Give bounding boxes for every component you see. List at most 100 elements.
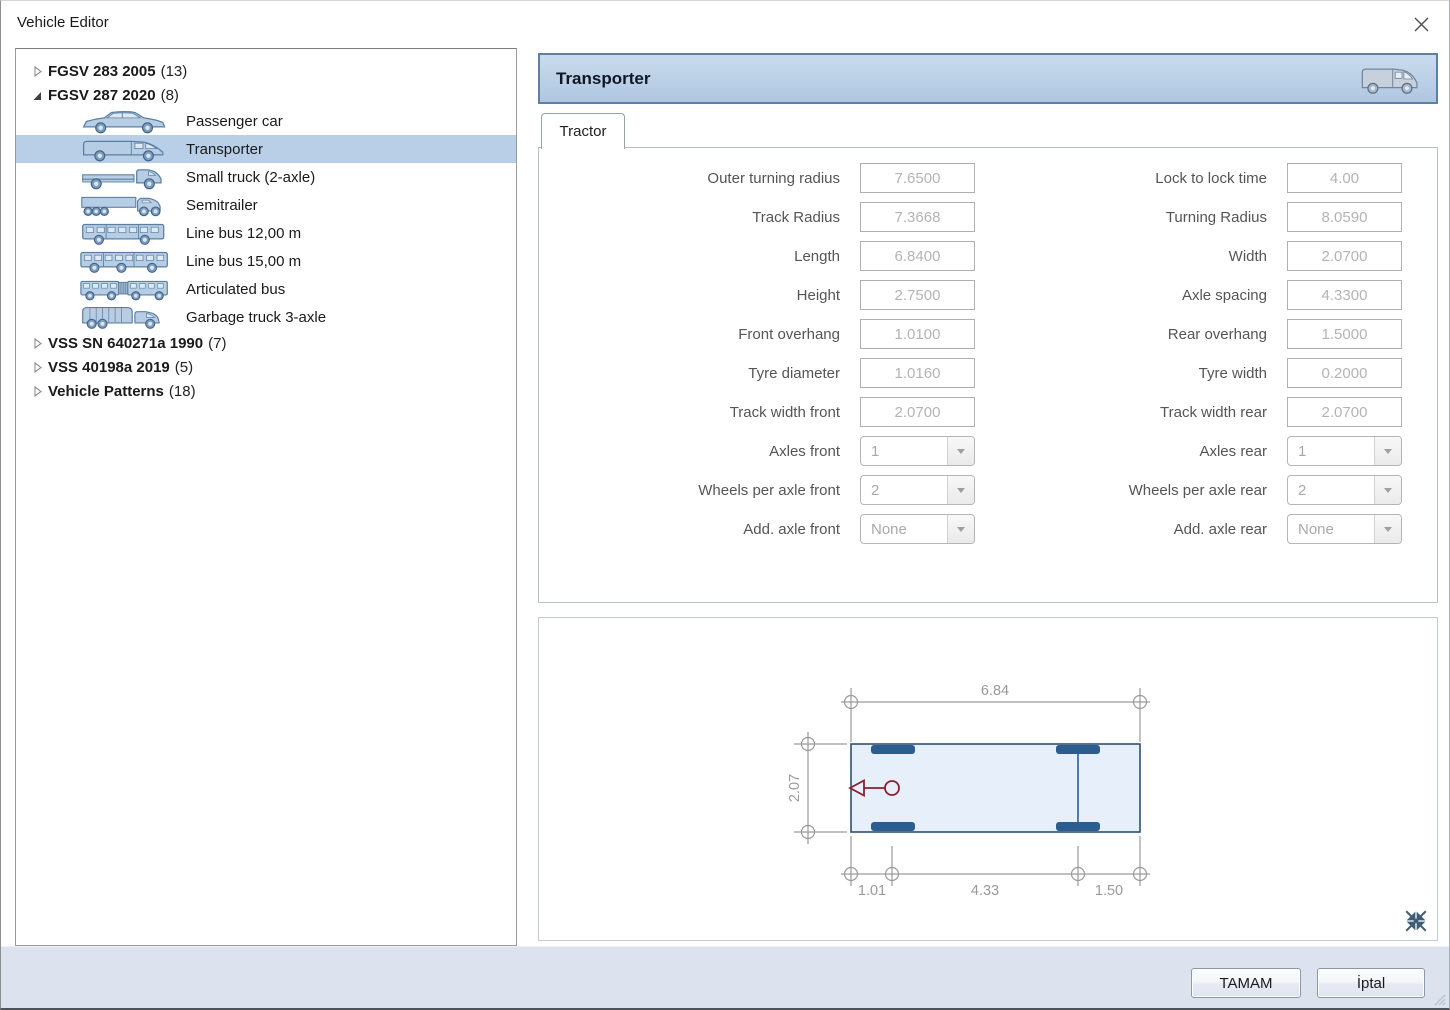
tree-item-vss-sn-640271a-1990[interactable]: VSS SN 640271a 1990(7) — [16, 331, 516, 355]
transporter-header-icon — [1358, 61, 1420, 97]
front-overhang-label: Front overhang — [539, 326, 840, 343]
tree-item-fgsv-287-2020[interactable]: FGSV 287 2020(8) — [16, 83, 516, 107]
tree-item-small-truck-2-axle[interactable]: Small truck (2-axle) — [16, 163, 516, 191]
form-row-track-width-rear: Track width rear — [966, 397, 1416, 427]
form-row-rear-overhang: Rear overhang — [966, 319, 1416, 349]
tree-item-label: Line bus 12,00 m — [186, 225, 301, 242]
axle-spacing-field[interactable] — [1287, 280, 1402, 310]
track-width-front-field[interactable] — [860, 397, 975, 427]
axles-rear-label: Axles rear — [966, 443, 1267, 460]
form-row-track-radius: Track Radius — [539, 202, 989, 232]
add-axle-rear-label: Add. axle rear — [966, 521, 1267, 538]
chevron-collapsed-icon[interactable] — [32, 65, 45, 78]
wheels-per-axle-front-select[interactable]: 2 — [860, 475, 975, 505]
tyre-diameter-field[interactable] — [860, 358, 975, 388]
track-radius-field[interactable] — [860, 202, 975, 232]
garbage-truck-icon — [80, 304, 172, 331]
add-axle-rear-select[interactable]: None — [1287, 514, 1402, 544]
form-row-width: Width — [966, 241, 1416, 271]
cancel-button[interactable]: İptal — [1317, 968, 1425, 998]
chevron-down-icon[interactable] — [1374, 515, 1401, 543]
resize-grip[interactable] — [1430, 990, 1446, 1006]
tab-tractor[interactable]: Tractor — [541, 113, 625, 149]
width-label: Width — [966, 248, 1267, 265]
tree-item-garbage-truck-3-axle[interactable]: Garbage truck 3-axle — [16, 303, 516, 331]
tree-item-label: VSS 40198a 2019 — [48, 359, 170, 376]
height-field[interactable] — [860, 280, 975, 310]
outer-turning-radius-field[interactable] — [860, 163, 975, 193]
form-row-axles-front: Axles front 1 — [539, 436, 989, 466]
tyre-width-field[interactable] — [1287, 358, 1402, 388]
form-row-axles-rear: Axles rear 1 — [966, 436, 1416, 466]
form-row-add-axle-front: Add. axle frontNone — [539, 514, 989, 544]
axle-spacing-dim-label: 4.33 — [971, 883, 999, 899]
form-row-add-axle-rear: Add. axle rear None — [966, 514, 1416, 544]
form-row-tyre-width: Tyre width — [966, 358, 1416, 388]
tree-item-label: Semitrailer — [186, 197, 258, 214]
chevron-collapsed-icon[interactable] — [32, 361, 45, 374]
length-field[interactable] — [860, 241, 975, 271]
height-label: Height — [539, 287, 840, 304]
tree-item-fgsv-283-2005[interactable]: FGSV 283 2005(13) — [16, 59, 516, 83]
tree-item-semitrailer[interactable]: Semitrailer — [16, 191, 516, 219]
chevron-down-icon[interactable] — [1374, 476, 1401, 504]
width-field[interactable] — [1287, 241, 1402, 271]
track-width-rear-field[interactable] — [1287, 397, 1402, 427]
collapse-view-icon[interactable] — [1403, 908, 1429, 934]
vehicle-body — [851, 744, 1140, 832]
vehicle-type-title: Transporter — [556, 69, 650, 89]
tree-item-articulated-bus[interactable]: Articulated bus — [16, 275, 516, 303]
ok-button[interactable]: TAMAM — [1191, 968, 1301, 998]
length-dim-label: 6.84 — [981, 683, 1009, 699]
wheels-per-axle-front-value: 2 — [861, 482, 947, 499]
vehicle-tree: FGSV 283 2005(13)FGSV 287 2020(8) Passeng… — [15, 48, 517, 946]
add-axle-front-select[interactable]: None — [860, 514, 975, 544]
chevron-down-icon[interactable] — [1374, 437, 1401, 465]
rear-overhang-field[interactable] — [1287, 319, 1402, 349]
wheels-per-axle-rear-value: 2 — [1288, 482, 1374, 499]
drawing-panel: 6.842.071.014.331.50 — [538, 617, 1438, 941]
wheels-per-axle-rear-select[interactable]: 2 — [1287, 475, 1402, 505]
dialog-title: Vehicle Editor — [17, 14, 109, 31]
tree-item-label: Passenger car — [186, 113, 283, 130]
chevron-collapsed-icon[interactable] — [32, 337, 45, 350]
track-width-front-label: Track width front — [539, 404, 840, 421]
rear-overhang-dim-label: 1.50 — [1095, 883, 1123, 899]
form-row-wheels-per-axle-rear: Wheels per axle rear2 — [966, 475, 1416, 505]
add-axle-rear-value: None — [1288, 521, 1374, 538]
tree-item-passenger-car[interactable]: Passenger car — [16, 107, 516, 135]
vehicle-type-header: Transporter — [538, 53, 1438, 104]
form-row-tyre-diameter: Tyre diameter — [539, 358, 989, 388]
form-row-track-width-front: Track width front — [539, 397, 989, 427]
tree-item-count: (7) — [208, 335, 226, 352]
tree-item-count: (18) — [169, 383, 196, 400]
chevron-expanded-icon[interactable] — [32, 89, 45, 102]
vehicle-editor-dialog: Vehicle Editor FGSV 283 2005(13)FGSV 287… — [0, 0, 1450, 1010]
tree-item-label: Articulated bus — [186, 281, 285, 298]
line-bus-12-icon — [80, 220, 172, 247]
tree-item-label: Small truck (2-axle) — [186, 169, 315, 186]
tyre-width-label: Tyre width — [966, 365, 1267, 382]
axles-rear-select[interactable]: 1 — [1287, 436, 1402, 466]
tree-item-line-bus-15-00-m[interactable]: Line bus 15,00 m — [16, 247, 516, 275]
chevron-collapsed-icon[interactable] — [32, 385, 45, 398]
tree-item-transporter[interactable]: Transporter — [16, 135, 516, 163]
tree-item-line-bus-12-00-m[interactable]: Line bus 12,00 m — [16, 219, 516, 247]
small-truck-icon — [80, 164, 172, 191]
tree-item-vehicle-patterns[interactable]: Vehicle Patterns(18) — [16, 379, 516, 403]
close-icon[interactable] — [1409, 12, 1433, 36]
axles-front-value: 1 — [861, 443, 947, 460]
axles-front-label: Axles front — [539, 443, 840, 460]
lock-to-lock-time-field[interactable] — [1287, 163, 1402, 193]
axles-front-select[interactable]: 1 — [860, 436, 975, 466]
tree-item-label: Line bus 15,00 m — [186, 253, 301, 270]
front-overhang-field[interactable] — [860, 319, 975, 349]
turning-radius-field[interactable] — [1287, 202, 1402, 232]
transporter-icon — [80, 136, 172, 163]
tree-item-vss-40198a-2019[interactable]: VSS 40198a 2019(5) — [16, 355, 516, 379]
tree-item-label: FGSV 283 2005 — [48, 63, 156, 80]
titlebar: Vehicle Editor — [1, 1, 1449, 48]
track-width-rear-label: Track width rear — [966, 404, 1267, 421]
turning-radius-label: Turning Radius — [966, 209, 1267, 226]
length-label: Length — [539, 248, 840, 265]
